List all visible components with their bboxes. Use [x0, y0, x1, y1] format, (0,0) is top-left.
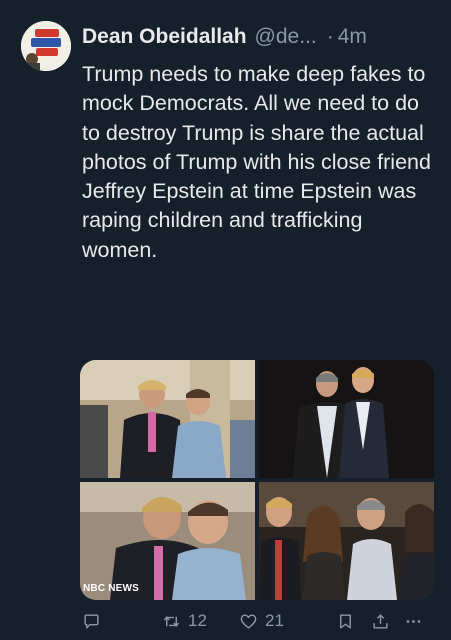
heart-icon: [240, 613, 257, 629]
like-count: 21: [265, 611, 284, 630]
tweet-header: Dean Obeidallah @de... · 4m: [82, 22, 437, 52]
author-handle[interactable]: @de...: [255, 25, 317, 49]
tweet-timestamp[interactable]: 4m: [338, 25, 367, 49]
reply-button[interactable]: [82, 606, 101, 636]
reply-icon: [84, 613, 99, 629]
header-separator: ·: [326, 25, 334, 48]
author-display-name[interactable]: Dean Obeidallah: [82, 25, 247, 49]
more-icon: [406, 619, 421, 623]
tweet-photo-3[interactable]: NBC NEWS: [80, 482, 255, 600]
like-button[interactable]: 21: [239, 606, 284, 636]
bookmark-button[interactable]: [336, 606, 355, 636]
retweet-icon: [163, 615, 180, 627]
nbc-news-watermark: NBC NEWS: [83, 583, 140, 594]
tweet-photo-1[interactable]: [80, 360, 255, 478]
retweet-button[interactable]: 12: [162, 606, 207, 636]
photo-2-image: [259, 360, 434, 478]
share-button[interactable]: [371, 606, 390, 636]
photo-4-image: [259, 482, 434, 600]
photo-1-image: [80, 360, 255, 478]
tweet-text: Trump needs to make deep fakes to mock D…: [82, 62, 431, 262]
retweet-count: 12: [188, 611, 207, 630]
tweet[interactable]: Dean Obeidallah @de... · 4m Trump needs …: [0, 0, 451, 640]
tweet-photo-4[interactable]: [259, 482, 434, 600]
tweet-photo-2[interactable]: [259, 360, 434, 478]
media-grid: NBC NEWS: [80, 360, 434, 600]
tweet-actions: 12 21: [82, 606, 442, 636]
author-avatar[interactable]: [21, 21, 71, 71]
more-button[interactable]: [404, 606, 423, 636]
share-icon: [373, 613, 388, 629]
avatar-image: [21, 21, 71, 71]
bookmark-icon: [340, 613, 351, 629]
